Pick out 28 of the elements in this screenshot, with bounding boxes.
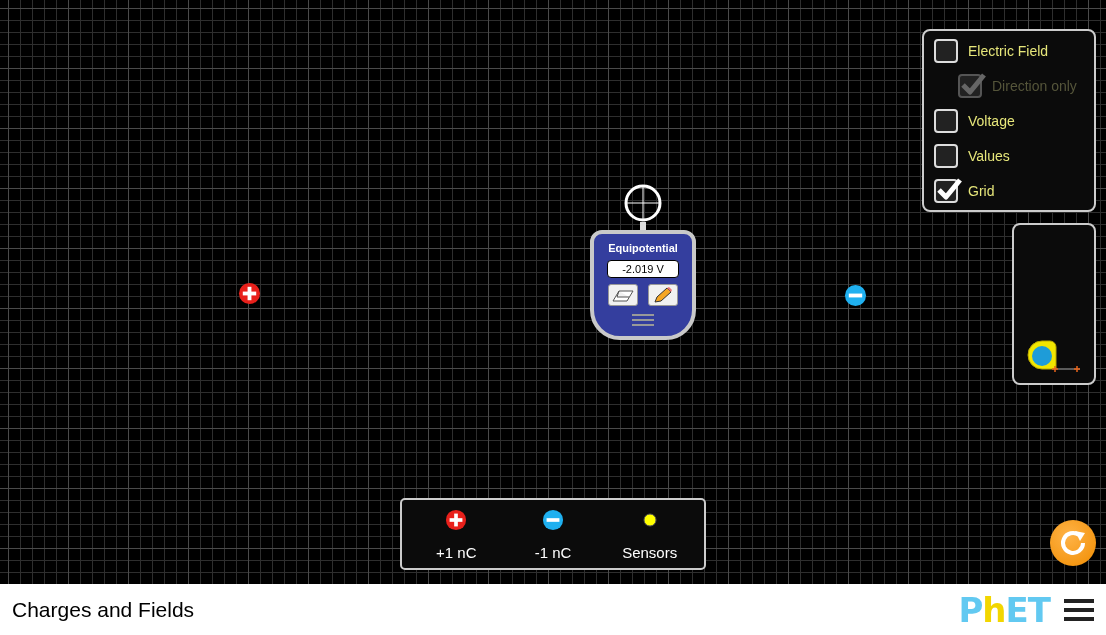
crosshair-icon[interactable] — [624, 184, 662, 222]
checkbox-label: Voltage — [968, 113, 1015, 129]
positive-charge-icon[interactable] — [445, 508, 468, 531]
menu-icon — [1064, 597, 1094, 622]
eraser-button[interactable] — [608, 284, 638, 306]
eraser-icon — [612, 288, 634, 302]
checkbox-label: Grid — [968, 183, 995, 199]
sensor-stem — [640, 222, 646, 230]
sim-title: Charges and Fields — [12, 597, 195, 622]
toolbox-label: Sensors — [622, 543, 678, 561]
pencil-button[interactable] — [648, 284, 678, 306]
checkbox-label: Direction only — [992, 78, 1077, 94]
toolbox-label: +1 nC — [436, 543, 477, 561]
checkbox-label: Electric Field — [968, 43, 1049, 59]
reset-icon — [1059, 529, 1087, 557]
voltage-reading: -2.019 V — [607, 260, 679, 278]
sensor-dot-icon[interactable] — [642, 512, 657, 527]
toolbox-label: -1 nC — [534, 543, 572, 561]
reset-button[interactable] — [1050, 520, 1096, 566]
menu-button[interactable] — [1064, 597, 1094, 622]
sensor-title: Equipotential — [608, 242, 678, 254]
negative-charge-icon[interactable] — [844, 284, 867, 307]
grip-icon[interactable] — [632, 314, 654, 326]
pencil-icon — [653, 286, 673, 304]
negative-charge-icon[interactable] — [542, 508, 564, 531]
checkbox-label: Values — [968, 148, 1010, 164]
sensor-body[interactable]: Equipotential -2.019 V — [590, 230, 696, 340]
positive-charge-icon[interactable] — [238, 282, 261, 305]
